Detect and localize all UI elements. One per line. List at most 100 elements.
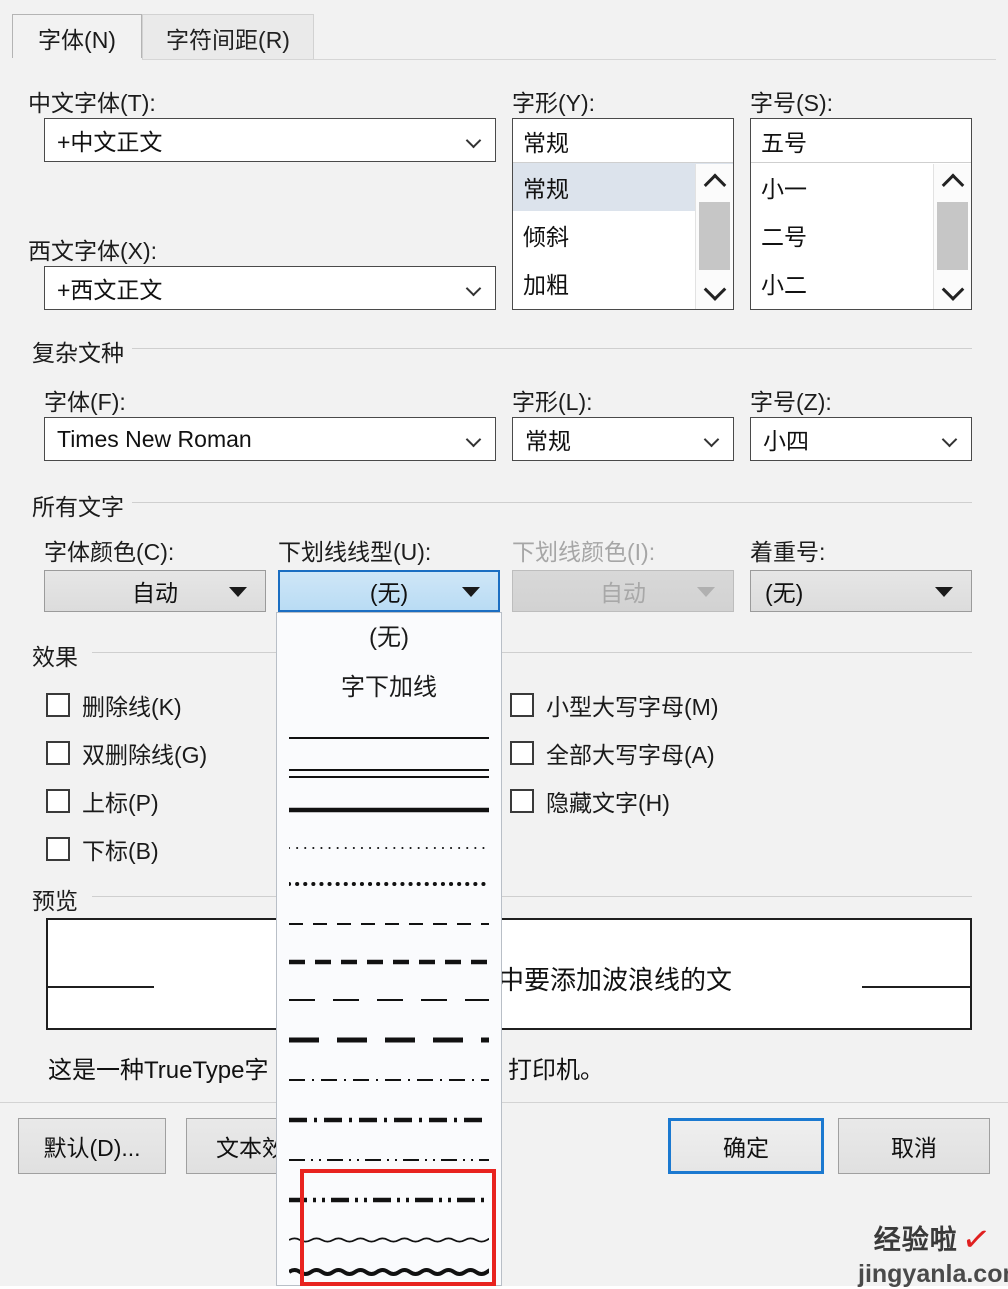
checkbox-box[interactable] xyxy=(46,693,70,717)
underline-option-none[interactable]: (无) xyxy=(277,615,501,653)
checkbox-box[interactable] xyxy=(510,693,534,717)
scroll-down-icon[interactable] xyxy=(934,273,972,309)
checkbox-box[interactable] xyxy=(510,789,534,813)
tab-character-spacing-label: 字符间距(R) xyxy=(166,26,290,53)
set-default-label: 默认(D)... xyxy=(43,1135,141,1161)
complex-size-value: 小四 xyxy=(763,428,809,454)
triangle-down-icon xyxy=(935,587,953,597)
underline-option-label: (无) xyxy=(369,623,409,651)
ok-label: 确定 xyxy=(723,1135,769,1161)
chevron-down-icon xyxy=(705,434,721,444)
underline-style-swatch xyxy=(289,990,489,1010)
checkbox-small-caps[interactable]: 小型大写字母(M) xyxy=(510,688,718,722)
tab-font-label: 字体(N) xyxy=(38,26,116,53)
font-color-combo[interactable]: 自动 xyxy=(44,570,266,612)
underline-option-dash-dot-dot-thin[interactable] xyxy=(277,1141,501,1179)
underline-option-long-dash-thick[interactable] xyxy=(277,1021,501,1059)
underline-option-dash-dot-dot-thick[interactable] xyxy=(277,1181,501,1219)
triangle-down-icon xyxy=(462,587,480,597)
complex-script-group-line xyxy=(132,348,972,349)
western-font-combo[interactable]: +西文正文 xyxy=(44,266,496,310)
watermark-line2: jingyanla.com xyxy=(858,1260,1008,1288)
checkbox-label: 下标(B) xyxy=(82,838,159,864)
underline-style-swatch xyxy=(289,874,489,894)
scroll-up-icon[interactable] xyxy=(934,164,972,200)
checkbox-all-caps[interactable]: 全部大写字母(A) xyxy=(510,736,715,770)
underline-option-label: 字下加线 xyxy=(341,673,437,701)
checkbox-box[interactable] xyxy=(46,789,70,813)
complex-font-combo[interactable]: Times New Roman xyxy=(44,417,496,461)
complex-size-combo[interactable]: 小四 xyxy=(750,417,972,461)
preview-group-line xyxy=(92,896,972,897)
underline-option-dashed-thick[interactable] xyxy=(277,943,501,981)
cjk-font-label: 中文字体(T): xyxy=(28,90,156,116)
underline-option-dash-dot-thin[interactable] xyxy=(277,1061,501,1099)
underline-option-wave-thick[interactable] xyxy=(277,1253,501,1285)
checkbox-strikethrough[interactable]: 删除线(K) xyxy=(46,688,182,722)
underline-style-dropdown-list[interactable]: (无) 字下加线 xyxy=(276,612,502,1286)
check-icon: ✓ xyxy=(959,1219,993,1261)
font-size-label: 字号(S): xyxy=(750,90,834,116)
underline-style-swatch xyxy=(289,1190,489,1210)
preview-rule-left xyxy=(48,986,154,988)
checkbox-box[interactable] xyxy=(46,741,70,765)
underline-option-double[interactable] xyxy=(277,755,501,793)
tab-character-spacing[interactable]: 字符间距(R) xyxy=(142,14,314,60)
complex-style-value: 常规 xyxy=(525,428,571,454)
tab-font[interactable]: 字体(N) xyxy=(12,14,142,60)
scrollbar-thumb[interactable] xyxy=(937,202,968,270)
underline-option-words-only[interactable]: 字下加线 xyxy=(277,665,501,703)
complex-style-combo[interactable]: 常规 xyxy=(512,417,734,461)
font-size-listbox[interactable]: 五号 小一 二号 小二 xyxy=(750,118,972,310)
complex-font-label: 字体(F): xyxy=(44,389,126,415)
checkbox-box[interactable] xyxy=(46,837,70,861)
cancel-button[interactable]: 取消 xyxy=(838,1118,990,1174)
checkbox-label: 小型大写字母(M) xyxy=(546,694,719,720)
underline-style-combo[interactable]: (无) xyxy=(278,570,500,612)
underline-style-value: (无) xyxy=(369,580,409,606)
underline-option-long-dash-thin[interactable] xyxy=(277,981,501,1019)
triangle-down-icon xyxy=(697,587,715,597)
checkbox-superscript[interactable]: 上标(P) xyxy=(46,784,159,818)
underline-option-dash-dot-thick[interactable] xyxy=(277,1101,501,1139)
emphasis-mark-value: (无) xyxy=(765,580,804,606)
underline-option-single-thick[interactable] xyxy=(277,791,501,829)
underline-option-single-thin[interactable] xyxy=(277,719,501,757)
effects-group-line xyxy=(92,652,972,653)
font-size-scrollbar[interactable] xyxy=(933,164,971,309)
underline-option-dashed-thin[interactable] xyxy=(277,905,501,943)
checkbox-double-strikethrough[interactable]: 双删除线(G) xyxy=(46,736,207,770)
font-size-edit[interactable]: 五号 xyxy=(751,119,971,163)
underline-style-swatch xyxy=(289,800,489,820)
checkbox-label: 隐藏文字(H) xyxy=(546,790,670,816)
emphasis-mark-combo[interactable]: (无) xyxy=(750,570,972,612)
watermark-line1: 经验啦 xyxy=(873,1225,958,1255)
preview-rule-right xyxy=(862,986,970,988)
checkbox-box[interactable] xyxy=(510,741,534,765)
font-style-label: 字形(Y): xyxy=(512,90,596,116)
font-style-scrollbar[interactable] xyxy=(695,164,733,309)
scroll-down-icon[interactable] xyxy=(696,273,734,309)
scrollbar-thumb[interactable] xyxy=(699,202,730,270)
underline-option-dotted-thick[interactable] xyxy=(277,865,501,903)
font-color-value: 自动 xyxy=(132,580,178,606)
all-text-group-line xyxy=(132,502,972,503)
cjk-font-combo[interactable]: +中文正文 xyxy=(44,118,496,162)
underline-style-label: 下划线线型(U): xyxy=(278,539,432,565)
chevron-down-icon xyxy=(467,283,483,293)
font-style-listbox[interactable]: 常规 常规 倾斜 加粗 xyxy=(512,118,734,310)
scroll-up-icon[interactable] xyxy=(696,164,734,200)
checkbox-hidden-text[interactable]: 隐藏文字(H) xyxy=(510,784,670,818)
ok-button[interactable]: 确定 xyxy=(668,1118,824,1174)
set-default-button[interactable]: 默认(D)... xyxy=(18,1118,166,1174)
complex-font-value: Times New Roman xyxy=(57,425,252,452)
checkbox-label: 删除线(K) xyxy=(82,694,182,720)
preview-note-left: 这是一种TrueType字 xyxy=(48,1057,269,1084)
underline-style-swatch xyxy=(289,1230,489,1250)
font-style-edit[interactable]: 常规 xyxy=(513,119,733,163)
chevron-down-icon xyxy=(943,434,959,444)
preview-note-right: 打印机。 xyxy=(508,1057,604,1084)
checkbox-subscript[interactable]: 下标(B) xyxy=(46,832,159,866)
underline-option-dotted-thin[interactable] xyxy=(277,829,501,867)
underline-color-value: 自动 xyxy=(600,580,646,606)
